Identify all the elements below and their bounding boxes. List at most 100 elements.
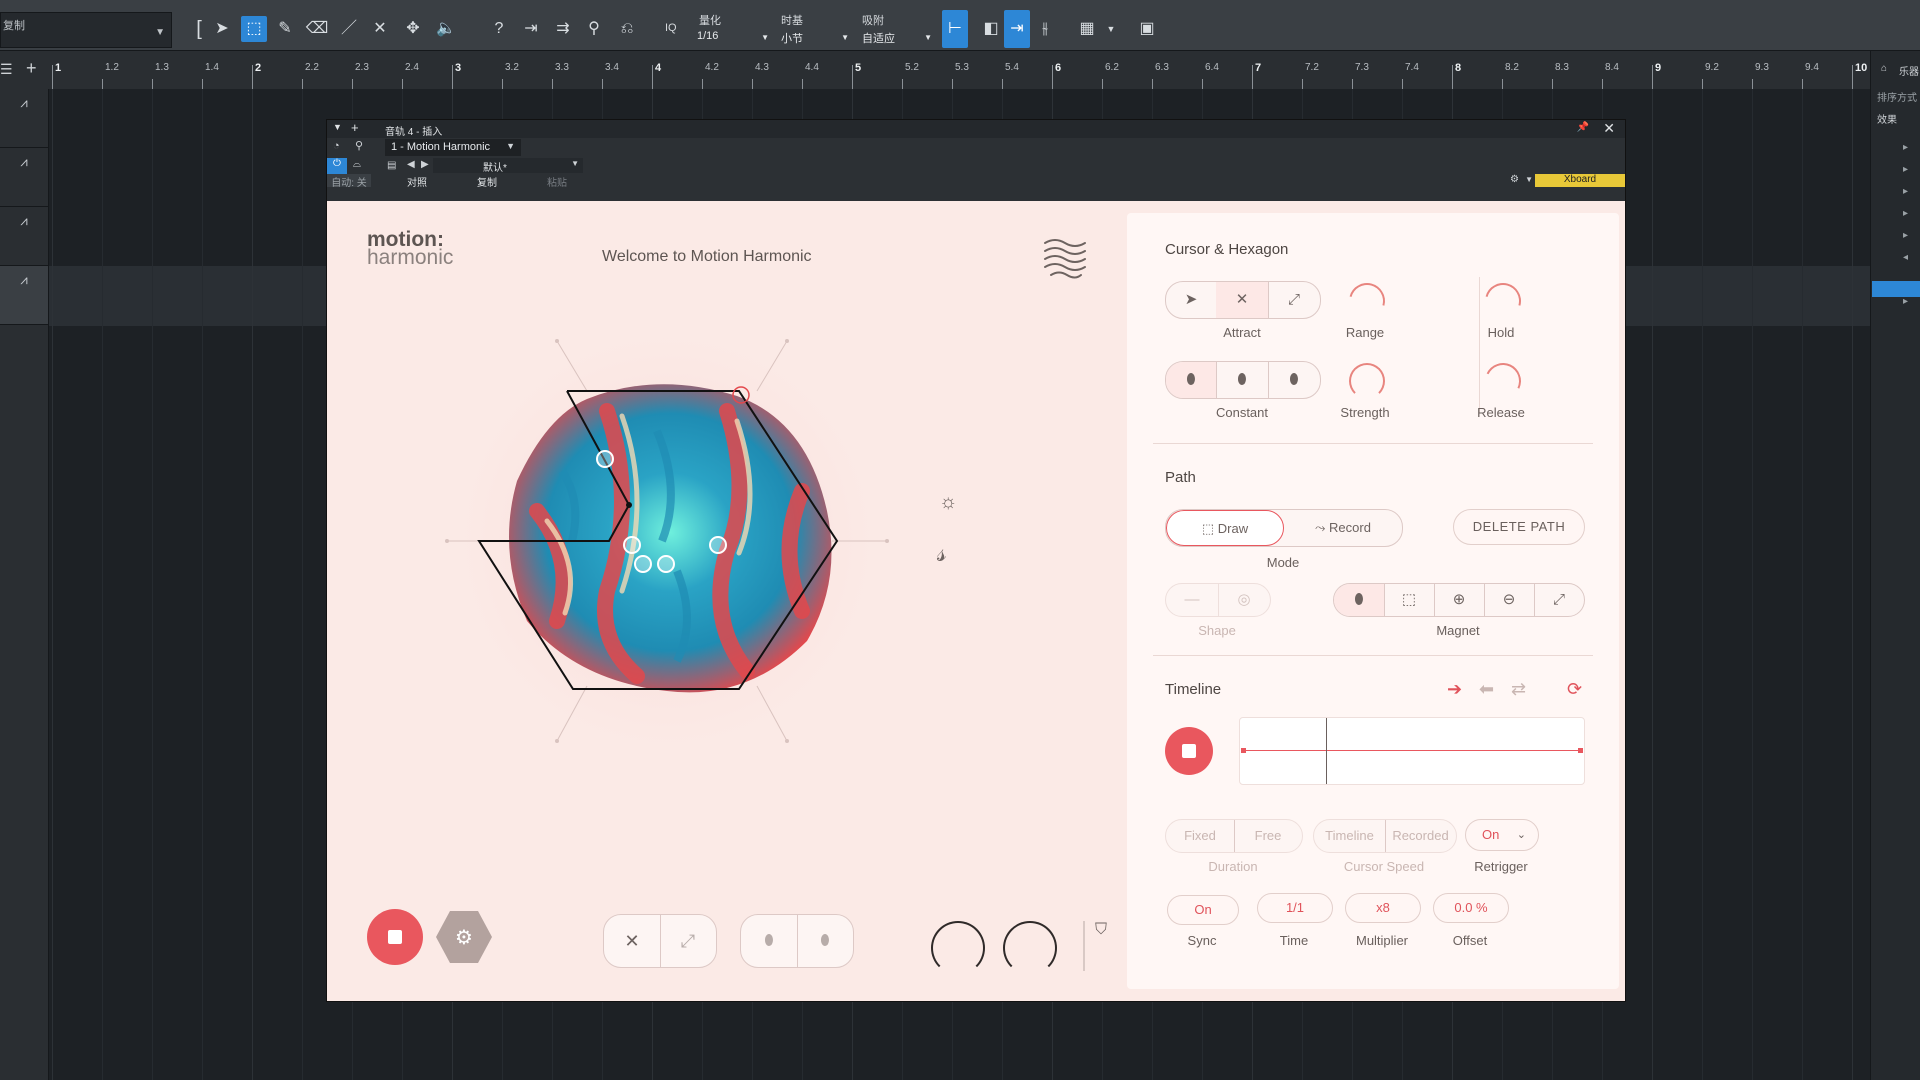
- mouse-icon[interactable]: ⬮: [1334, 584, 1385, 616]
- ping-pong-icon[interactable]: ⇄: [1511, 679, 1526, 700]
- add-icon[interactable]: +: [351, 120, 359, 135]
- preset-default-select[interactable]: 默认* ▼: [433, 158, 583, 174]
- cursor-speed-segment[interactable]: Timeline Recorded: [1313, 819, 1457, 853]
- timeline-graph[interactable]: [1239, 717, 1585, 785]
- waves-menu-icon[interactable]: [1041, 235, 1089, 279]
- split-icon[interactable]: ⫳: [1032, 16, 1058, 42]
- play-forward-icon[interactable]: ➔: [1447, 679, 1462, 700]
- timeline-stop-button[interactable]: [1165, 727, 1213, 775]
- attract-segment[interactable]: ➤ ✕ ⤢: [1165, 281, 1321, 319]
- add-track-icon[interactable]: +: [26, 58, 37, 79]
- next-preset-icon[interactable]: ▶: [421, 159, 429, 170]
- loop-icon[interactable]: ⟳: [1567, 679, 1582, 700]
- zoom-icon[interactable]: ⚲: [581, 16, 607, 42]
- close-icon[interactable]: ✕: [1603, 120, 1615, 137]
- listen-tool-icon[interactable]: 🔈: [433, 16, 459, 42]
- mouse-check-icon[interactable]: ⬮: [1268, 362, 1320, 398]
- paint-tool-icon[interactable]: ／: [336, 16, 362, 42]
- fixed-button[interactable]: Fixed: [1166, 820, 1235, 852]
- range-tool-icon[interactable]: ⬚: [241, 16, 267, 42]
- eraser-tool-icon[interactable]: ⌫: [304, 16, 330, 42]
- shield-icon[interactable]: ⛉: [1095, 921, 1107, 939]
- magnet-segment[interactable]: ⬮ ⬚ ⊕ ⊖ ⤢: [1333, 583, 1585, 617]
- expand-icon[interactable]: ⤢: [1534, 584, 1584, 616]
- timeline-playhead[interactable]: [1326, 718, 1327, 784]
- track-header-4[interactable]: ⩘: [0, 266, 48, 325]
- expand-arrows-icon[interactable]: ⤢: [660, 915, 716, 967]
- snap-cursor-icon[interactable]: ⇥: [1004, 10, 1030, 48]
- mouse-down-icon[interactable]: ⬮: [741, 915, 798, 967]
- retrigger-select[interactable]: On ⌄: [1465, 819, 1539, 851]
- track-header-1[interactable]: ⩘: [0, 89, 48, 148]
- plugin-titlebar[interactable]: ▼ + 音轨 4 - 插入 📌 ✕: [327, 120, 1625, 138]
- attract-icon[interactable]: ✕: [1216, 282, 1269, 318]
- strength-knob-bottom[interactable]: [1003, 921, 1057, 975]
- list-icon[interactable]: ☰: [0, 61, 13, 78]
- mouse-icon[interactable]: ⬮: [1166, 362, 1217, 398]
- constant-mode-toggle[interactable]: ⬮ ⬮: [740, 914, 854, 968]
- copy-button[interactable]: 复制: [477, 174, 497, 189]
- timeline-ruler[interactable]: ☰ + 1 1.2 1.3 1.4 2 2.2 2.3 2.4 3 3.2 3.3 3.4 4 4.2 4.…: [0, 51, 1870, 90]
- sync-toggle[interactable]: On: [1167, 895, 1239, 925]
- timebase-select[interactable]: 小节 ▼: [781, 30, 849, 46]
- multiplier-select[interactable]: x8: [1345, 893, 1421, 923]
- timeline-start-point[interactable]: [1241, 748, 1246, 753]
- path-squiggle-icon[interactable]: 𝓈: [937, 537, 947, 569]
- chevron-down-icon[interactable]: ▼: [1525, 175, 1533, 184]
- attract-mode-toggle[interactable]: ✕ ⤢: [603, 914, 717, 968]
- strength-knob[interactable]: [1349, 363, 1385, 399]
- track-header-2[interactable]: ⩘: [0, 148, 48, 207]
- magnet-remove-icon[interactable]: ⊖: [1484, 584, 1535, 616]
- grid-view-icon[interactable]: ▦: [1074, 16, 1100, 42]
- power-icon[interactable]: ◔: [333, 140, 340, 152]
- draw-button[interactable]: ⬚ Draw: [1166, 510, 1284, 546]
- select-cursor-icon[interactable]: ⬚: [1384, 584, 1435, 616]
- pin-icon[interactable]: 📌: [1577, 122, 1589, 133]
- delete-path-button[interactable]: DELETE PATH: [1453, 509, 1585, 545]
- duration-segment[interactable]: Fixed Free: [1165, 819, 1303, 853]
- prev-preset-icon[interactable]: ◀: [407, 159, 415, 170]
- automation-toggle[interactable]: 自动: 关: [327, 174, 371, 189]
- recorded-speed-button[interactable]: Recorded: [1385, 820, 1456, 852]
- browser-tree[interactable]: ▸ ▸ ▸ ▸ ▸ ◂ ▸: [1903, 137, 1908, 313]
- sun-icon[interactable]: ☼: [939, 491, 957, 514]
- film-icon[interactable]: ▣: [1134, 16, 1160, 42]
- snap-to-start-icon[interactable]: ⇥: [518, 16, 544, 42]
- hold-knob[interactable]: [1478, 276, 1528, 326]
- repel-icon[interactable]: ⤢: [1268, 282, 1320, 318]
- play-backward-icon[interactable]: ⬅: [1479, 679, 1494, 700]
- auto-scroll-icon[interactable]: ⎌: [614, 16, 640, 42]
- paste-button[interactable]: 粘贴: [547, 174, 567, 189]
- circle-shape-icon[interactable]: ◎: [1218, 584, 1270, 616]
- snap-to-grid-icon[interactable]: ⇉: [550, 16, 576, 42]
- offset-field[interactable]: 0.0 %: [1433, 893, 1509, 923]
- selected-browser-item[interactable]: [1872, 281, 1920, 297]
- snap-select[interactable]: 自适应 ▼: [862, 30, 932, 46]
- mute-tool-icon[interactable]: ✕: [367, 16, 393, 42]
- marker-icon[interactable]: ◧: [978, 16, 1004, 42]
- help-icon[interactable]: ?: [486, 16, 512, 42]
- quantize-select[interactable]: 1/16 ▼: [697, 30, 769, 46]
- home-icon[interactable]: ⌂: [1881, 63, 1887, 74]
- timeline-end-point[interactable]: [1578, 748, 1583, 753]
- settings-hex-button[interactable]: ⚙: [435, 908, 493, 966]
- mouse-check-icon[interactable]: ⬮: [797, 915, 853, 967]
- sidechain-icon[interactable]: ⌓: [353, 159, 361, 170]
- pencil-tool-icon[interactable]: ✎: [272, 16, 298, 42]
- routing-icon[interactable]: ⚲: [355, 139, 363, 152]
- contract-arrows-icon[interactable]: ✕: [604, 915, 661, 967]
- chevron-down-icon[interactable]: ▼: [1098, 16, 1124, 42]
- compare-button[interactable]: 对照: [407, 174, 427, 189]
- cursor-arrow-icon[interactable]: ➤: [1166, 282, 1217, 318]
- free-button[interactable]: Free: [1234, 820, 1302, 852]
- magnet-add-icon[interactable]: ⊕: [1434, 584, 1485, 616]
- collapse-icon[interactable]: ▼: [333, 122, 342, 132]
- record-button[interactable]: ⤳ Record: [1284, 510, 1402, 546]
- bend-tool-icon[interactable]: ✥: [400, 16, 426, 42]
- bypass-power-icon[interactable]: ⏻: [327, 158, 347, 174]
- release-knob[interactable]: [1479, 357, 1527, 405]
- xboard-button[interactable]: Xboard: [1535, 174, 1625, 187]
- mouse-x-icon[interactable]: ⬮: [1216, 362, 1269, 398]
- arrow-tool-icon[interactable]: ➤: [209, 16, 235, 42]
- range-knob[interactable]: [1342, 276, 1392, 326]
